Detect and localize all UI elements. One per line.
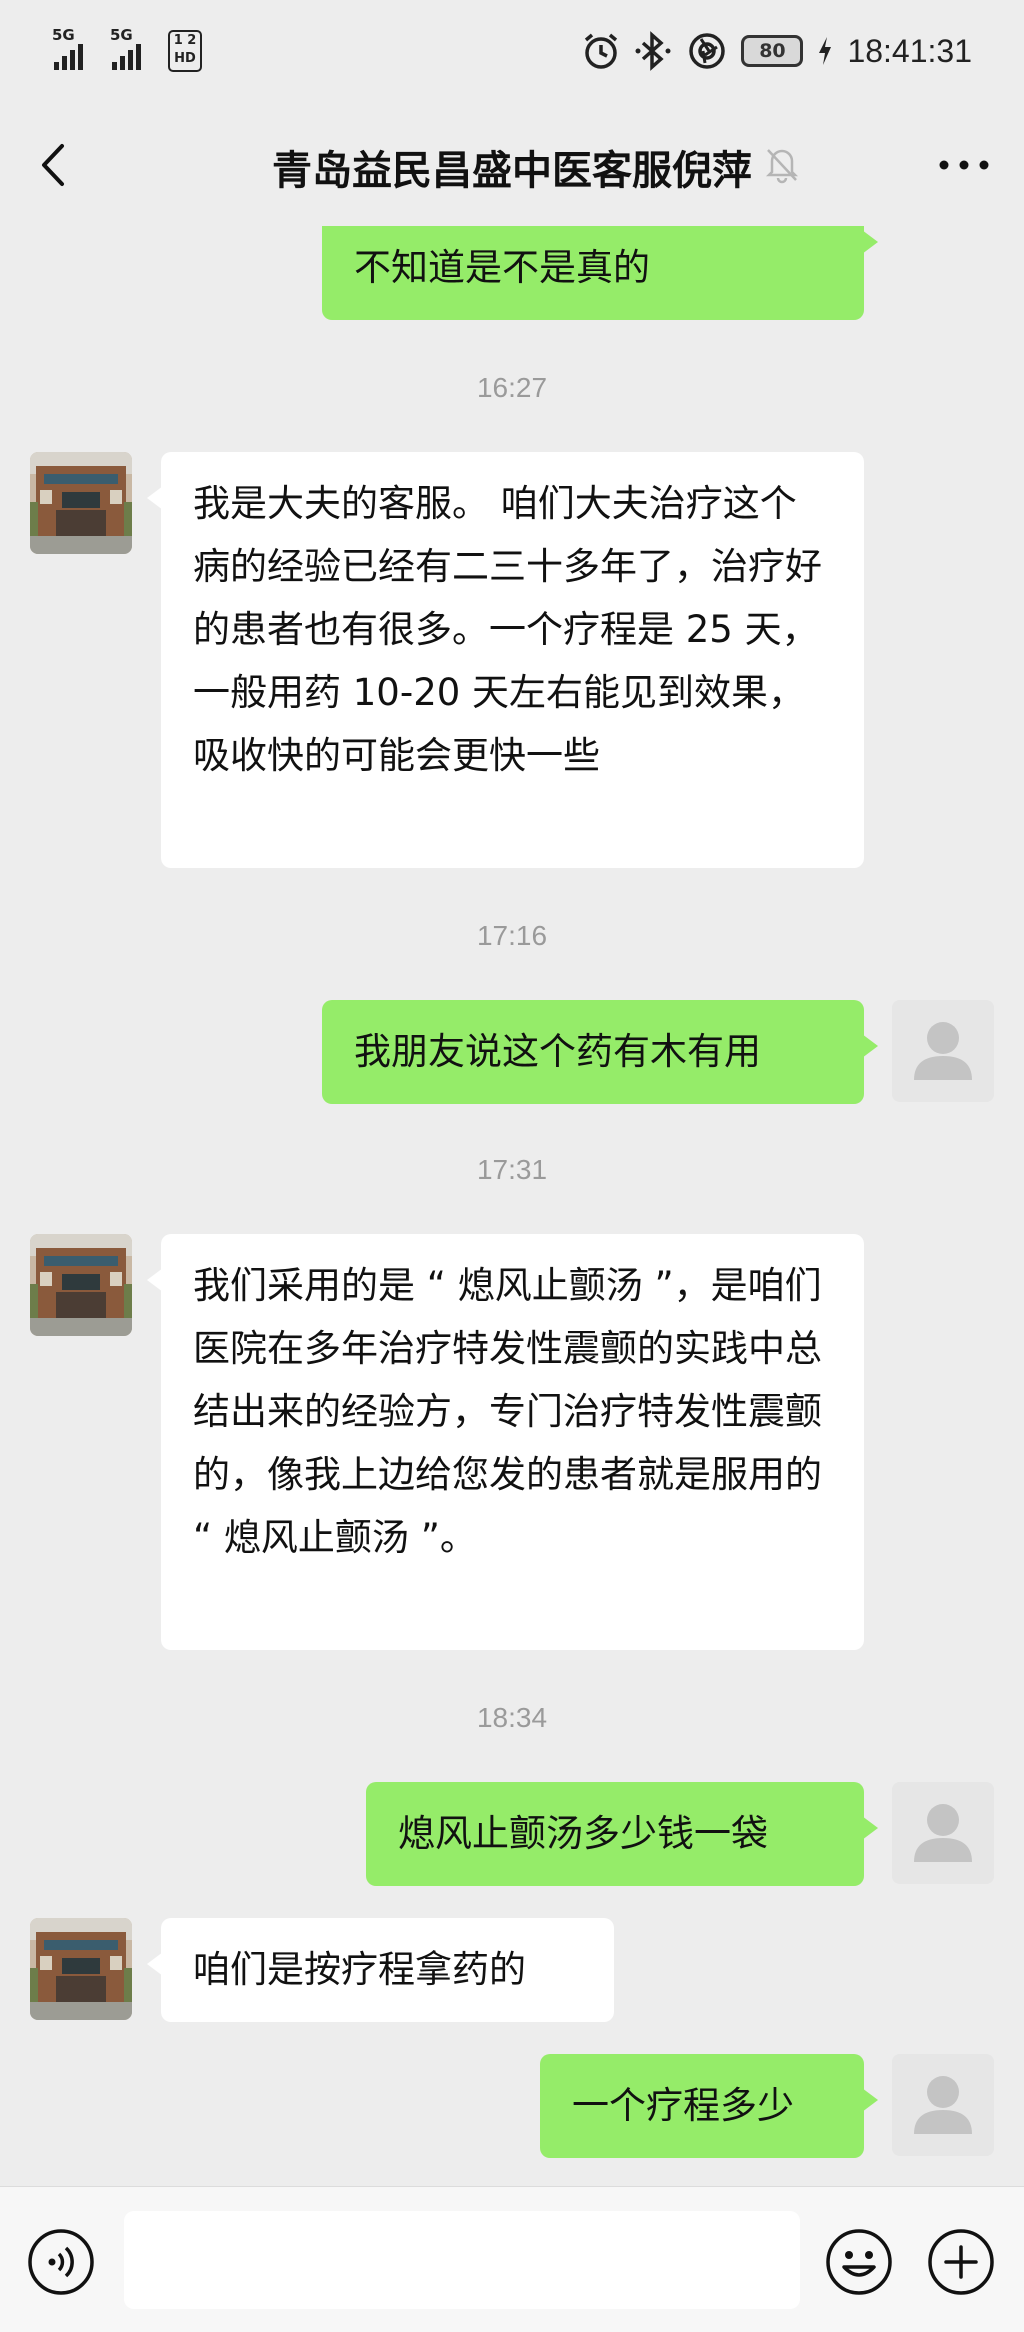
battery-icon: 80: [741, 35, 804, 67]
message-text: 我朋友说这个药有木有用: [354, 1030, 761, 1073]
status-time: 18:41:31: [847, 32, 972, 69]
timestamp: 16:27: [476, 372, 548, 403]
voice-icon: [28, 2229, 94, 2295]
message-text: 一个疗程多少: [572, 2084, 794, 2127]
user-avatar-icon: [892, 1782, 994, 1884]
chat-area[interactable]: 不知道是不是真的 16:27 我是大夫的客服。 咱们大夫治疗这个病的经验已经有二…: [0, 226, 1024, 2186]
timestamp: 17:31: [476, 1154, 548, 1185]
plus-button[interactable]: [926, 2227, 996, 2301]
avatar[interactable]: [30, 452, 132, 554]
sim1-label: 5G: [52, 26, 75, 44]
avatar[interactable]: [892, 1000, 994, 1102]
emoji-icon: [826, 2229, 892, 2295]
message-bubble-sent[interactable]: 不知道是不是真的: [322, 226, 878, 320]
avatar[interactable]: [30, 1234, 132, 1336]
charging-icon: [819, 37, 832, 65]
more-button[interactable]: [934, 145, 994, 185]
status-bar: 5G 5G 1 2 HD 80 18:41:31: [0, 0, 1024, 100]
sim2-label: 5G: [110, 26, 133, 44]
alarm-icon: [585, 33, 618, 69]
avatar[interactable]: [892, 1782, 994, 1884]
emoji-button[interactable]: [824, 2227, 894, 2301]
avatar[interactable]: [892, 2054, 994, 2156]
plus-icon: [928, 2229, 994, 2295]
timestamp: 17:16: [476, 920, 548, 951]
message-bubble-received[interactable]: 我们采用的是 “ 熄风止颤汤 ”，是咱们医院在多年治疗特发性震颤的实践中总结出来…: [147, 1234, 864, 1650]
message-input[interactable]: [124, 2211, 800, 2309]
hospital-avatar-icon: [30, 1234, 132, 1336]
avatar[interactable]: [30, 1918, 132, 2020]
voice-button[interactable]: [26, 2227, 96, 2301]
message-text: 不知道是不是真的: [354, 246, 650, 289]
signal-icon-2: 5G: [110, 26, 154, 72]
status-right: 80 18:41:31: [581, 28, 972, 74]
message-bubble-received[interactable]: 我是大夫的客服。 咱们大夫治疗这个病的经验已经有二三十多年了，治疗好的患者也有很…: [147, 452, 864, 868]
message-text: 咱们是按疗程拿药的: [193, 1948, 526, 1991]
message-bubble-sent[interactable]: 熄风止颤汤多少钱一袋: [366, 1782, 878, 1886]
user-avatar-icon: [892, 2054, 994, 2156]
timestamp: 18:34: [476, 1702, 548, 1733]
user-avatar-icon: [892, 1000, 994, 1102]
status-left: 5G 5G 1 2 HD: [52, 26, 202, 72]
input-bar: [0, 2186, 1024, 2332]
hotspot-icon: [689, 33, 726, 69]
bell-off-icon: [765, 149, 799, 184]
message-text: 熄风止颤汤多少钱一袋: [398, 1812, 768, 1855]
hd-icon: 1 2 HD: [168, 30, 202, 72]
hospital-avatar-icon: [30, 452, 132, 554]
bluetooth-icon: [635, 31, 671, 71]
message-text: 我们采用的是 “ 熄风止颤汤 ”，是咱们医院在多年治疗特发性震颤的实践中总结出来…: [193, 1264, 822, 1559]
message-bubble-sent[interactable]: 我朋友说这个药有木有用: [322, 1000, 878, 1104]
more-dots-icon: [939, 160, 989, 170]
message-text: 我是大夫的客服。 咱们大夫治疗这个病的经验已经有二三十多年了，治疗好的患者也有很…: [193, 482, 822, 777]
chat-title: 青岛益民昌盛中医客服倪萍: [272, 148, 752, 194]
signal-icon: 5G: [52, 26, 96, 72]
hd-label-bottom: HD: [174, 51, 196, 66]
message-bubble-received[interactable]: 咱们是按疗程拿药的: [147, 1918, 614, 2022]
message-bubble-sent[interactable]: 一个疗程多少: [540, 2054, 878, 2158]
hd-label-top: 1 2: [173, 33, 197, 48]
hospital-avatar-icon: [30, 1918, 132, 2020]
title-bar: 青岛益民昌盛中医客服倪萍: [0, 110, 1024, 220]
